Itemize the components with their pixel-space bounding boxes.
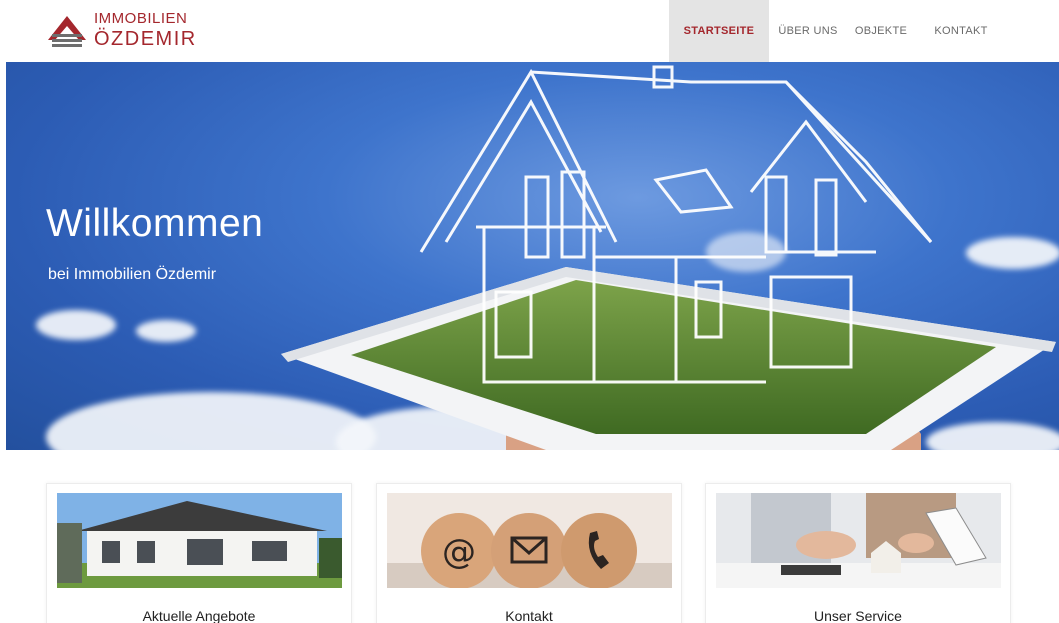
hero-banner: Willkommen bei Immobilien Özdemir: [6, 62, 1059, 450]
card-title: Kontakt: [505, 608, 553, 623]
card-title: Aktuelle Angebote: [142, 608, 256, 623]
card-unser-service[interactable]: Unser Service: [705, 483, 1011, 623]
house-photo-icon[interactable]: [57, 493, 342, 588]
nav-ueber-uns[interactable]: ÜBER UNS: [769, 0, 847, 62]
card-kontakt[interactable]: @ Kontakt: [376, 483, 682, 623]
feature-cards: Aktuelle Angebote @ Kontakt Unser Servic…: [0, 450, 1059, 623]
logo-house-icon: [48, 16, 86, 47]
logo-text-line2: ÖZDEMIR: [94, 28, 197, 50]
nav-kontakt[interactable]: KONTAKT: [915, 0, 1007, 62]
card-title: Unser Service: [814, 608, 902, 623]
contact-blocks-photo-icon[interactable]: @: [387, 493, 672, 588]
logo[interactable]: IMMOBILIEN ÖZDEMIR: [46, 8, 216, 54]
service-photo-icon[interactable]: [716, 493, 1001, 588]
main-nav: STARTSEITE ÜBER UNS OBJEKTE KONTAKT: [669, 0, 1007, 62]
nav-objekte[interactable]: OBJEKTE: [847, 0, 915, 62]
tablet-house-illustration: [281, 65, 1056, 450]
site-header: IMMOBILIEN ÖZDEMIR STARTSEITE ÜBER UNS O…: [0, 0, 1059, 62]
nav-startseite[interactable]: STARTSEITE: [669, 0, 769, 62]
card-aktuelle-angebote[interactable]: Aktuelle Angebote: [46, 483, 352, 623]
logo-text-line1: IMMOBILIEN: [94, 10, 188, 27]
hero-title: Willkommen: [46, 202, 264, 245]
hero-subtitle: bei Immobilien Özdemir: [48, 266, 217, 283]
svg-text:@: @: [442, 532, 476, 572]
